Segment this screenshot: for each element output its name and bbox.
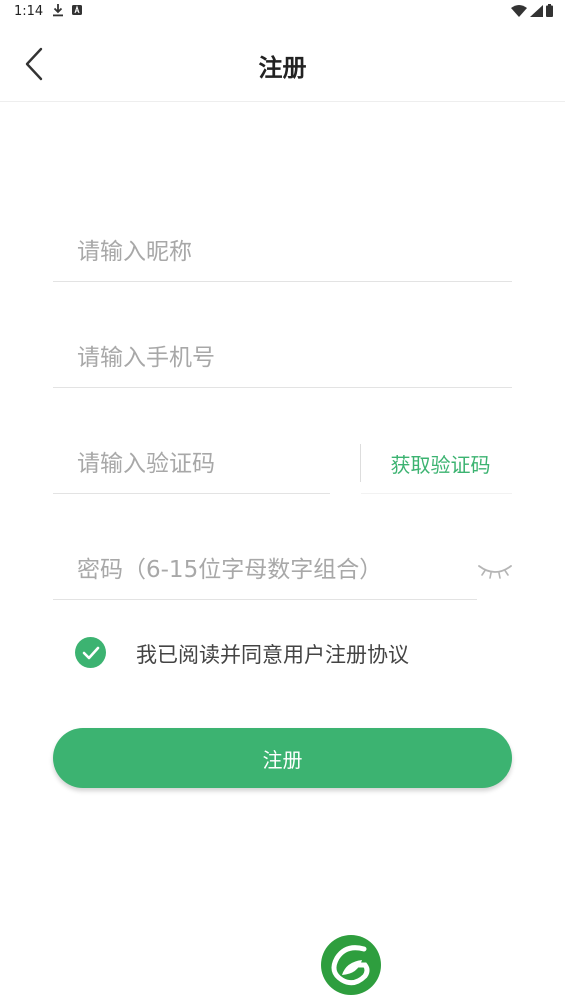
- nickname-field-wrapper: [53, 222, 512, 282]
- status-bar: 1:14: [0, 0, 565, 24]
- header: 注册: [0, 24, 565, 102]
- register-screen: 1:14 注册 请输入昵称 请输入手机号 请输入验证码 获取验证码 我已阅读并同…: [0, 0, 565, 1004]
- agreement-label[interactable]: 我已阅读并同意用户注册协议: [136, 639, 409, 669]
- eye-closed-icon[interactable]: [476, 560, 514, 582]
- password-field-wrapper: [53, 540, 477, 600]
- phone-field-wrapper: [53, 328, 512, 388]
- verification-code-input[interactable]: [53, 434, 330, 493]
- get-code-button[interactable]: 获取验证码: [361, 434, 512, 494]
- check-icon: [82, 646, 99, 659]
- code-field-wrapper: [53, 434, 330, 494]
- agreement-checkbox[interactable]: [75, 637, 106, 668]
- phone-input[interactable]: [53, 328, 512, 387]
- nickname-input[interactable]: [53, 222, 512, 281]
- password-input[interactable]: [53, 540, 477, 599]
- page-title: 注册: [258, 54, 307, 82]
- leaf-logo-icon: [321, 935, 381, 995]
- wifi-icon: [511, 5, 527, 17]
- status-time: 1:14: [14, 4, 44, 19]
- register-button[interactable]: 注册: [53, 728, 512, 788]
- signal-icon: [530, 5, 543, 17]
- battery-icon: [546, 4, 553, 17]
- a-icon: [72, 5, 82, 15]
- download-icon: [53, 4, 63, 17]
